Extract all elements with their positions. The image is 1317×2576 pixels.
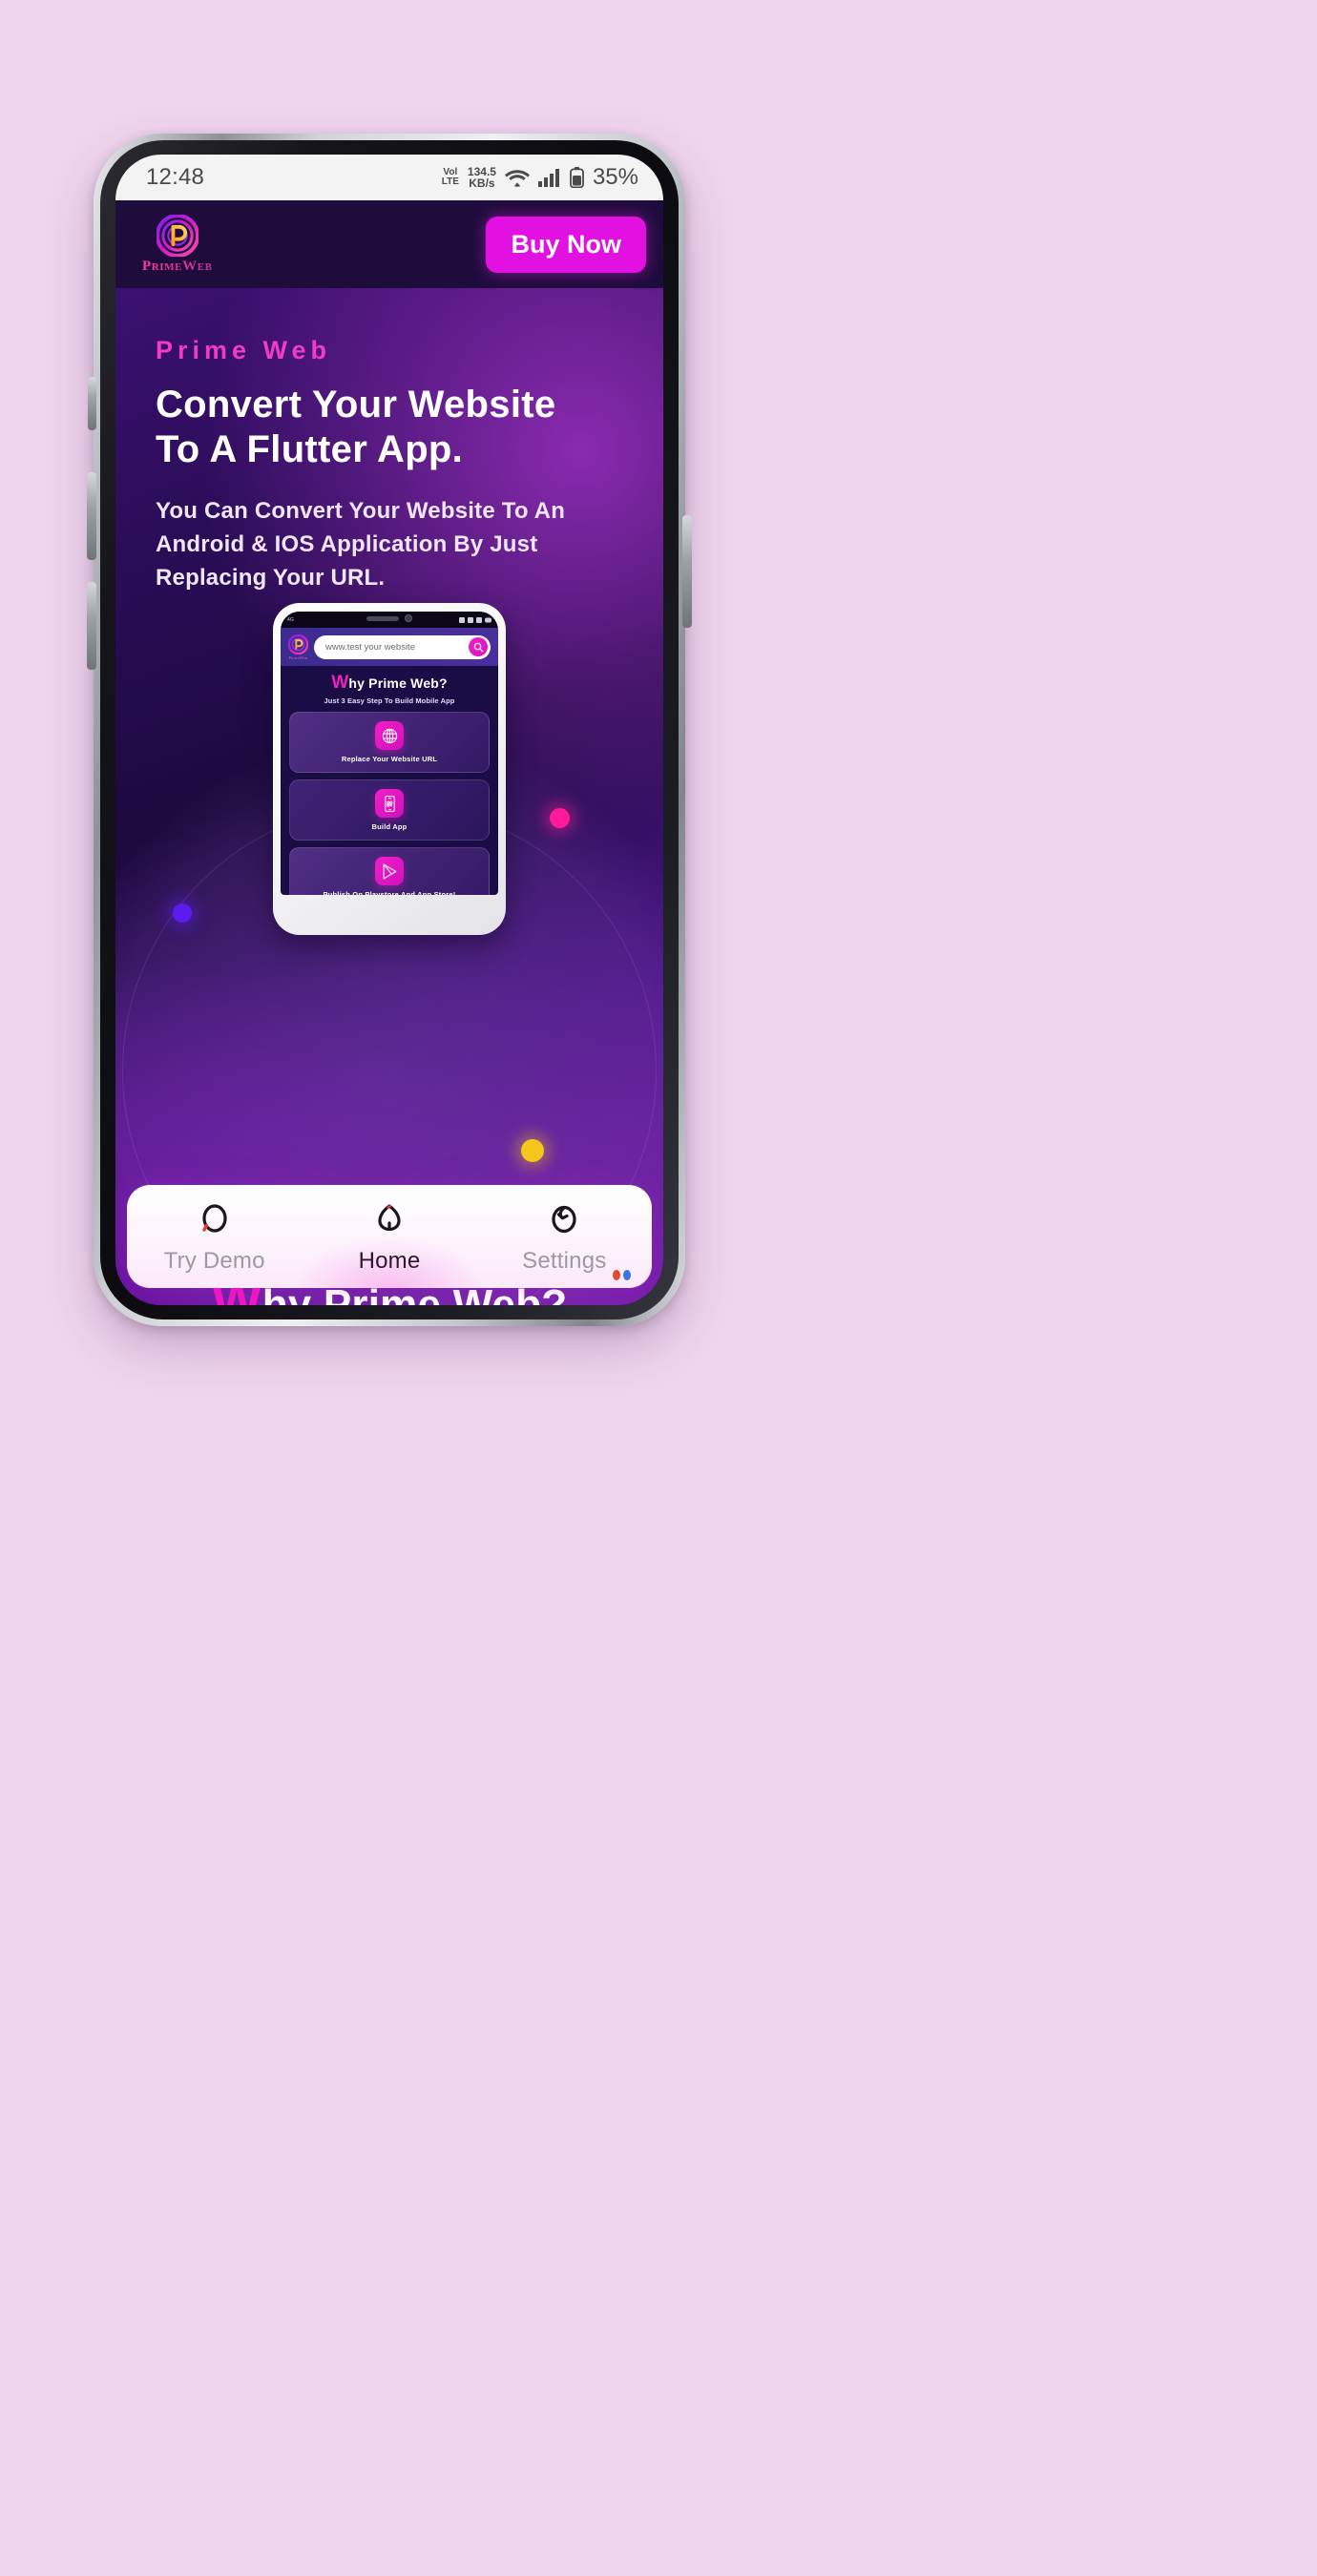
mockup-step-card-2[interactable]: Build App	[289, 779, 490, 841]
hero-subtitle: You Can Convert Your Website To An Andro…	[156, 498, 566, 591]
mockup-search-bar[interactable]: www.test your website	[314, 634, 491, 659]
mockup-content: Why Prime Web? Just 3 Easy Step To Build…	[281, 666, 498, 895]
decorative-dots	[613, 1270, 631, 1280]
volume-down-button[interactable]	[87, 582, 96, 670]
mockup-body: 4G PrimeWeb www.test your website Why Pr…	[273, 603, 506, 935]
wifi-icon	[504, 170, 530, 187]
battery-percent: 35%	[592, 164, 638, 190]
mockup-step-label-2: Build App	[371, 822, 408, 831]
nav-label-settings: Settings	[522, 1247, 607, 1274]
status-icons: Vol LTE 134.5 KB/s 35%	[442, 164, 638, 191]
mockup-speaker	[366, 615, 399, 621]
signal-icon	[537, 169, 559, 187]
volte-icon: Vol LTE	[442, 168, 459, 187]
phone-device: 12:48 Vol LTE 134.5 KB/s 35% PrimeWeb Bu…	[87, 134, 692, 1326]
mockup-search-input[interactable]: www.test your website	[325, 642, 465, 653]
search-icon	[473, 642, 483, 652]
battery-icon	[570, 167, 584, 188]
mockup-step-label-3: Publish On Playstore And App Store!	[323, 890, 456, 895]
volte-bottom-label: LTE	[441, 177, 459, 187]
nav-label-home: Home	[358, 1247, 421, 1274]
mockup-step-card-1[interactable]: Replace Your Website URL	[289, 712, 490, 773]
nav-label-try-demo: Try Demo	[163, 1247, 265, 1274]
decorative-dot-yellow	[521, 1139, 544, 1162]
phone-mockup-image: 4G PrimeWeb www.test your website Why Pr…	[273, 603, 506, 935]
mockup-heading: Why Prime Web?	[289, 673, 490, 694]
nav-item-try-demo[interactable]: Try Demo	[127, 1199, 302, 1275]
globe-icon	[375, 721, 404, 750]
nav-item-settings[interactable]: Settings	[477, 1199, 652, 1275]
mockup-screen: 4G PrimeWeb www.test your website Why Pr…	[281, 612, 498, 895]
decorative-dot-pink	[550, 808, 570, 828]
home-icon	[378, 1203, 401, 1231]
mockup-search-button[interactable]	[469, 637, 488, 656]
mockup-status-bar: 4G	[281, 612, 498, 628]
nav-item-home[interactable]: Home	[302, 1199, 476, 1275]
mute-button[interactable]	[88, 377, 96, 430]
hero-eyebrow: Prime Web	[156, 336, 332, 364]
mockup-step-label-1: Replace Your Website URL	[341, 755, 438, 763]
power-button[interactable]	[682, 515, 692, 628]
mockup-heading-rest: hy Prime Web?	[348, 675, 448, 691]
volume-up-button[interactable]	[87, 472, 96, 560]
mockup-camera-icon	[405, 614, 412, 622]
brand-logo-block[interactable]: PrimeWeb	[142, 214, 213, 275]
app-header: PrimeWeb Buy Now	[115, 200, 663, 288]
playstore-icon	[375, 857, 404, 885]
mockup-heading-initial: W	[331, 673, 349, 693]
buy-now-button[interactable]: Buy Now	[486, 216, 646, 273]
try-demo-icon	[201, 1203, 227, 1233]
mockup-subheading: Just 3 Easy Step To Build Mobile App	[324, 696, 455, 705]
mobile-code-icon	[375, 789, 404, 818]
mockup-status-left: 4G	[287, 616, 295, 623]
hero-title: Convert Your Website To A Flutter App.	[156, 384, 556, 471]
net-speed-unit: KB/s	[469, 177, 495, 190]
hero-section: Prime Web Convert Your Website To A Flut…	[115, 288, 663, 1305]
mockup-status-icons	[459, 616, 491, 623]
decorative-dot-red	[613, 1270, 620, 1280]
network-speed: 134.5 KB/s	[468, 166, 496, 189]
mockup-notch	[366, 614, 412, 622]
decorative-dot-blue	[173, 904, 192, 923]
phone-screen: 12:48 Vol LTE 134.5 KB/s 35% PrimeWeb Bu…	[115, 155, 663, 1305]
brand-name: PrimeWeb	[142, 258, 213, 274]
mockup-brand: PrimeWeb	[288, 634, 308, 660]
mockup-appbar: PrimeWeb www.test your website	[281, 628, 498, 666]
decorative-dot-blue-small	[623, 1270, 631, 1280]
mockup-primeweb-logo-icon	[288, 634, 308, 654]
bottom-navigation-bar: Try Demo Home Settings	[127, 1185, 652, 1288]
status-time: 12:48	[146, 164, 205, 190]
mockup-step-card-3[interactable]: Publish On Playstore And App Store!	[289, 847, 490, 895]
primeweb-logo-icon	[156, 214, 199, 257]
settings-icon	[552, 1205, 576, 1233]
status-bar: 12:48 Vol LTE 134.5 KB/s 35%	[115, 155, 663, 200]
mockup-brand-name: PrimeWeb	[288, 654, 308, 660]
